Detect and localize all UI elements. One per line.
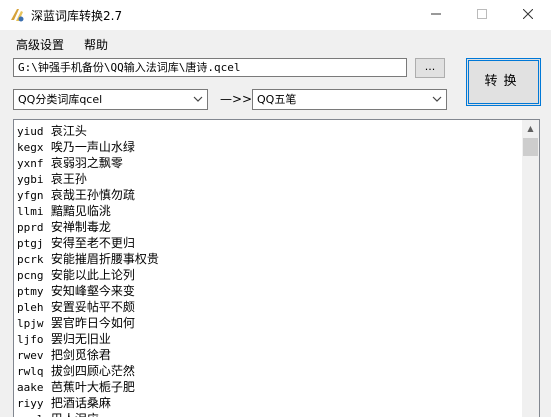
file-path-input[interactable]: G:\钟强手机备份\QQ输入法词库\唐诗.qcel: [13, 58, 407, 77]
menu-help[interactable]: 帮助: [84, 36, 108, 53]
output-line: rwlq 拔剑四顾心茫然: [17, 363, 159, 379]
entry-code: llmi: [17, 205, 44, 218]
output-line: pcrk 安能摧眉折腰事权贵: [17, 251, 159, 267]
entry-word: 拔剑四顾心茫然: [50, 364, 135, 378]
entry-code: kegx: [17, 141, 44, 154]
output-line: lpjw 罢官昨日今如何: [17, 315, 159, 331]
entry-code: pcrk: [17, 253, 44, 266]
output-line: pcng 安能以此上论列: [17, 267, 159, 283]
entry-code: lpjw: [17, 317, 44, 330]
entry-word: 巴人泪应: [51, 412, 99, 417]
target-format-select[interactable]: QQ五笔: [252, 89, 447, 110]
entry-code: ptmy: [17, 285, 44, 298]
app-window: 深蓝词库转换2.7 高级设置 帮助 G:\钟强手机备份\QQ输入法词库\唐诗.q…: [0, 0, 551, 417]
output-line: ptmy 安知峰壑今来变: [17, 283, 159, 299]
entry-code: yiud: [17, 125, 44, 138]
menu-bar: 高级设置 帮助: [0, 32, 551, 52]
entry-word: 安得至老不更归: [50, 236, 135, 250]
entry-word: 把剑觅徐君: [50, 348, 111, 362]
entry-word: 安能摧眉折腰事权贵: [50, 252, 159, 266]
target-format-value: QQ五笔: [257, 93, 297, 106]
scrollbar-thumb[interactable]: [523, 138, 538, 156]
convert-button-focus-ring: [468, 60, 539, 104]
scroll-up-arrow-icon[interactable]: ▲: [522, 120, 539, 137]
output-line: pleh 安置妥帖平不颇: [17, 299, 159, 315]
output-line: rwev 把剑觅徐君: [17, 347, 159, 363]
entry-code: aake: [17, 381, 44, 394]
output-line: aake 芭蕉叶大栀子肥: [17, 379, 159, 395]
entry-word: 黯黯见临洮: [50, 204, 111, 218]
entry-word: 罢官昨日今如何: [50, 316, 135, 330]
chevron-down-icon: [432, 96, 442, 102]
output-line: ygbi 哀王孙: [17, 171, 159, 187]
entry-word: 芭蕉叶大栀子肥: [50, 380, 135, 394]
entry-code: pcng: [17, 269, 44, 282]
output-line: llmi 黯黯见临洮: [17, 203, 159, 219]
vertical-scrollbar[interactable]: ▲: [522, 120, 539, 417]
output-line: yxnf 哀弱羽之飘零: [17, 155, 159, 171]
output-line: ptgj 安得至老不更归: [17, 235, 159, 251]
entry-word: 安禅制毒龙: [50, 220, 111, 234]
entry-word: 安知峰壑今来变: [50, 284, 135, 298]
entry-word: 哀哉王孙慎勿疏: [50, 188, 135, 202]
menu-advanced-settings[interactable]: 高级设置: [16, 36, 64, 53]
entry-code: pleh: [17, 301, 44, 314]
minimize-icon: [431, 13, 441, 15]
maximize-button[interactable]: [459, 0, 505, 30]
entry-code: ygbi: [17, 173, 44, 186]
conversion-arrow-label: —>>: [220, 92, 253, 106]
output-line: riyy 把酒话桑麻: [17, 395, 159, 411]
output-textarea[interactable]: yiud 哀江头 kegx 唉乃一声山水绿 yxnf 哀弱羽之飘零 ygbi 哀王孙 y…: [13, 119, 540, 417]
entry-code: ljfo: [17, 333, 44, 346]
entry-code: pprd: [17, 221, 44, 234]
title-bar: 深蓝词库转换2.7: [0, 0, 551, 30]
output-line: kegx 唉乃一声山水绿: [17, 139, 159, 155]
entry-code: ptgj: [17, 237, 44, 250]
entry-word: 把酒话桑麻: [50, 396, 111, 410]
browse-button[interactable]: ...: [415, 58, 445, 78]
maximize-icon: [477, 9, 487, 19]
output-line: pprd 安禅制毒龙: [17, 219, 159, 235]
app-logo-icon: [11, 9, 24, 22]
entry-word: 哀江头: [50, 124, 87, 138]
source-format-select[interactable]: QQ分类词库qcel: [13, 89, 208, 110]
entry-word: 安置妥帖平不颇: [50, 300, 135, 314]
entry-code: riyy: [17, 397, 44, 410]
output-line: yiud 哀江头: [17, 123, 159, 139]
output-lines: yiud 哀江头 kegx 唉乃一声山水绿 yxnf 哀弱羽之飘零 ygbi 哀王孙 y…: [17, 123, 159, 417]
close-icon: [522, 8, 534, 20]
output-line: ljfo 罢归无旧业: [17, 331, 159, 347]
entry-code: rwev: [17, 349, 44, 362]
output-line: yfgn 哀哉王孙慎勿疏: [17, 187, 159, 203]
minimize-button[interactable]: [413, 0, 459, 30]
entry-word: 罢归无旧业: [50, 332, 111, 346]
entry-code: rwyl: [17, 412, 47, 417]
window-title: 深蓝词库转换2.7: [31, 9, 123, 23]
source-format-value: QQ分类词库qcel: [18, 93, 103, 106]
close-button[interactable]: [505, 0, 551, 30]
chevron-down-icon: [193, 96, 203, 102]
convert-button[interactable]: 转换: [466, 58, 541, 106]
entry-word: 唉乃一声山水绿: [50, 140, 135, 154]
output-line: rwyl 巴人泪应: [17, 411, 159, 417]
entry-word: 哀弱羽之飘零: [50, 156, 123, 170]
entry-code: yfgn: [17, 189, 44, 202]
entry-word: 哀王孙: [50, 172, 87, 186]
entry-code: yxnf: [17, 157, 44, 170]
entry-code: rwlq: [17, 365, 44, 378]
entry-word: 安能以此上论列: [50, 268, 135, 282]
